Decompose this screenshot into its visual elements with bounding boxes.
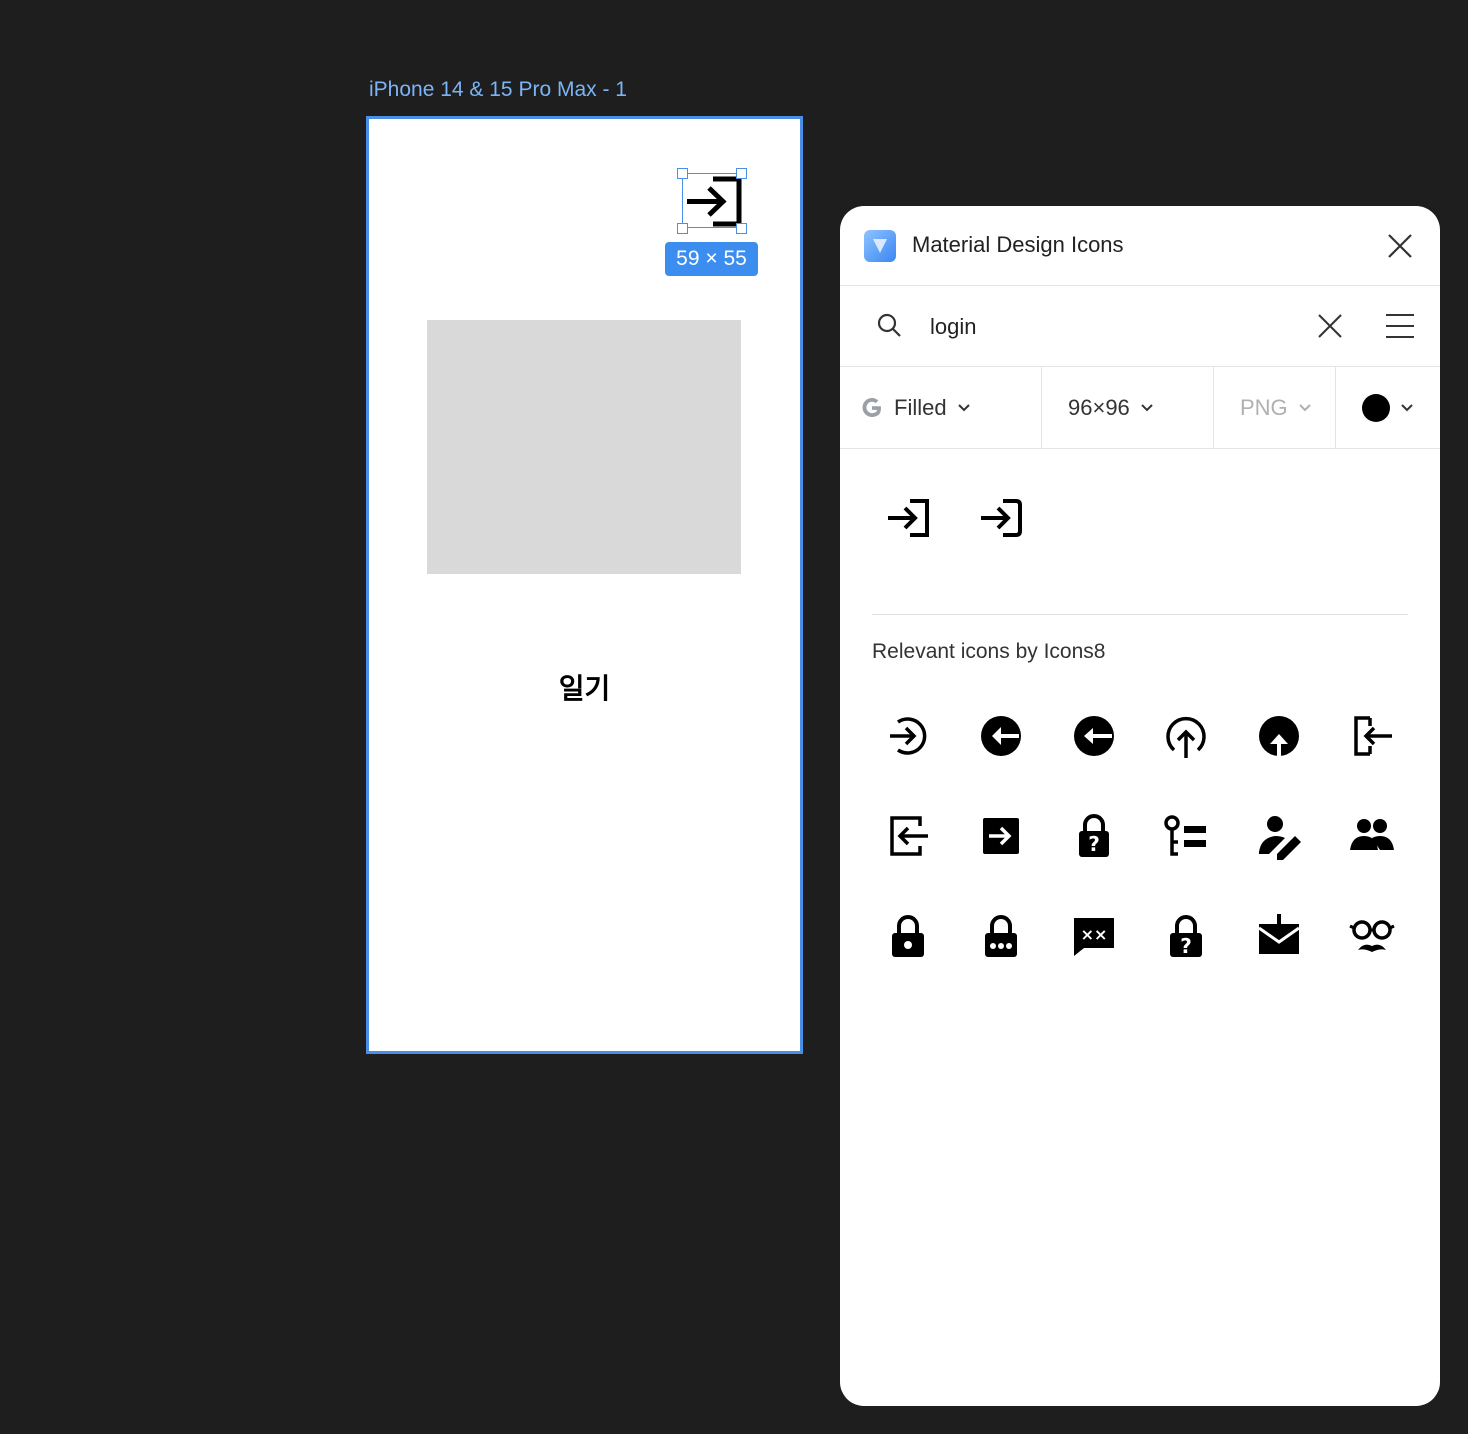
search-row: [840, 286, 1440, 367]
options-row: Filled 96×96 PNG: [840, 367, 1440, 449]
style-label: Filled: [894, 394, 947, 420]
enter-icon[interactable]: [884, 812, 932, 860]
color-swatch: [1362, 393, 1390, 422]
chevron-down-icon: [1141, 403, 1153, 411]
plugin-logo-icon: [864, 230, 896, 262]
relevant-section-label: Relevant icons by Icons8: [872, 640, 1106, 663]
lock-password-icon[interactable]: [977, 912, 1025, 960]
enter-filled-icon[interactable]: [977, 812, 1025, 860]
lock-icon[interactable]: [884, 912, 932, 960]
user-edit-icon[interactable]: [1255, 812, 1303, 860]
plugin-panel: Material Design Icons login Filled 96×96…: [840, 206, 1440, 1406]
key-list-icon[interactable]: [1162, 812, 1210, 860]
login-rounded-filled-icon[interactable]: [1070, 712, 1118, 760]
login-icon[interactable]: [883, 493, 933, 543]
resize-handle[interactable]: [677, 223, 688, 234]
panel-header: Material Design Icons: [840, 206, 1440, 286]
svg-text:?: ?: [1088, 832, 1100, 856]
size-badge: 59 × 55: [665, 242, 758, 276]
login-upload-outline-icon[interactable]: [1162, 712, 1210, 760]
panel-title: Material Design Icons: [912, 232, 1124, 257]
resize-handle[interactable]: [736, 223, 747, 234]
format-dropdown[interactable]: PNG: [1214, 367, 1336, 448]
chevron-down-icon: [1298, 403, 1311, 411]
image-placeholder[interactable]: [427, 320, 741, 574]
chevron-down-icon: [957, 403, 970, 411]
login-upload-filled-icon[interactable]: [1255, 712, 1303, 760]
circled-enter-icon[interactable]: [884, 712, 932, 760]
frame-text[interactable]: 일기: [369, 667, 800, 707]
lock-question-icon[interactable]: ?: [1070, 812, 1118, 860]
iphone-frame[interactable]: 59 × 55 일기: [366, 116, 803, 1054]
size-dropdown[interactable]: 96×96: [1042, 367, 1214, 448]
search-input[interactable]: [928, 308, 1292, 346]
mail-download-icon[interactable]: [1255, 912, 1303, 960]
style-dropdown[interactable]: Filled: [840, 367, 1042, 448]
color-dropdown[interactable]: [1336, 367, 1440, 448]
user-group-icon[interactable]: [1348, 812, 1396, 860]
close-icon[interactable]: [1386, 232, 1414, 260]
login-outlined-icon[interactable]: [976, 493, 1026, 543]
svg-text:××: ××: [1081, 925, 1108, 944]
exit-icon[interactable]: [1348, 712, 1396, 760]
resize-handle[interactable]: [677, 168, 688, 179]
menu-icon[interactable]: [1384, 312, 1416, 340]
google-icon: [862, 397, 881, 417]
clear-search-icon[interactable]: [1316, 312, 1344, 340]
incognito-icon[interactable]: [1348, 912, 1396, 960]
chevron-down-icon: [1401, 403, 1413, 411]
lock-question-filled-icon[interactable]: ?: [1162, 912, 1210, 960]
frame-label[interactable]: iPhone 14 & 15 Pro Max - 1: [369, 78, 627, 102]
divider: [872, 614, 1408, 615]
format-label: PNG: [1240, 394, 1288, 420]
size-label: 96×96: [1068, 394, 1130, 420]
search-icon: [877, 313, 901, 337]
login-rounded-icon[interactable]: [977, 712, 1025, 760]
chat-password-icon[interactable]: ××: [1070, 912, 1118, 960]
selected-login-icon[interactable]: [677, 168, 747, 234]
resize-handle[interactable]: [736, 168, 747, 179]
svg-text:?: ?: [1180, 934, 1192, 958]
login-icon: [687, 176, 742, 227]
